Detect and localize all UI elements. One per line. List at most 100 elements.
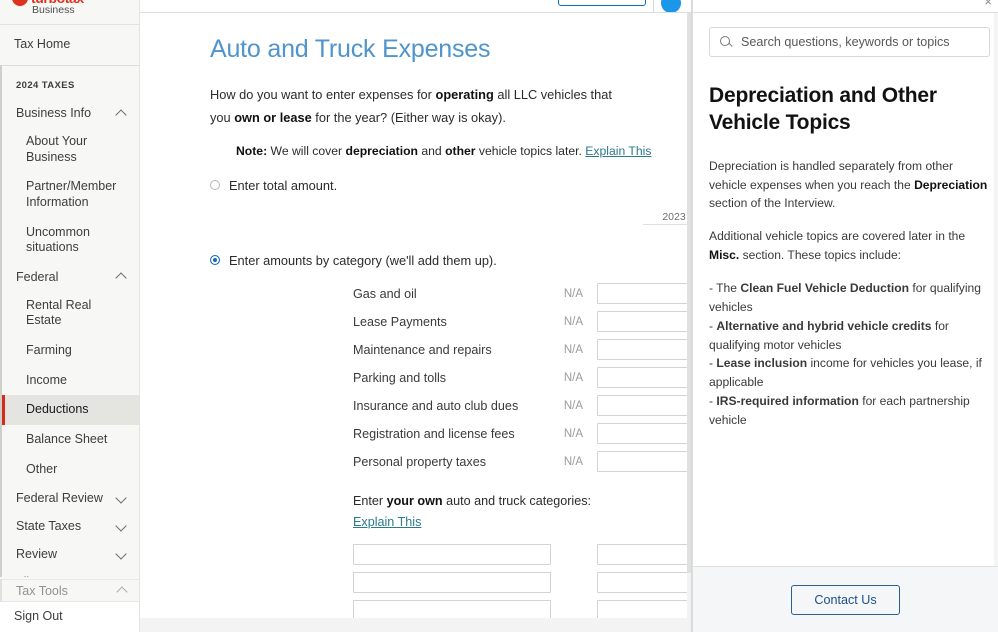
amount-input-gas-and-oil[interactable] [597, 283, 691, 304]
sidebar-group-federal[interactable]: Federal [2, 263, 139, 291]
bullet-bold: Clean Fuel Vehicle Deduction [740, 281, 909, 295]
sidebar-group-label: Business Info [16, 106, 91, 120]
sidebar-group-tax-tools[interactable]: Tax Tools [0, 579, 140, 601]
chevron-down-icon [116, 493, 127, 504]
note-bold-depreciation: depreciation [346, 144, 418, 158]
custom-category-amount-input-1[interactable] [597, 544, 691, 565]
sidebar-item-partner-member-information[interactable]: Partner/Member Information [2, 172, 139, 217]
sidebar-item-tax-home[interactable]: Tax Home [0, 25, 139, 65]
sidebar-item-uncommon-situations[interactable]: Uncommon situations [2, 218, 139, 263]
app-root: turbotax Business Tax Home 2024 TAXES Bu… [0, 0, 998, 632]
help-search-input[interactable]: Search questions, keywords or topics [709, 27, 990, 57]
close-icon[interactable]: × [984, 0, 992, 8]
sidebar-group-label: Federal [16, 270, 58, 284]
custom-category-amount-input-2[interactable] [597, 572, 691, 593]
sidebar-group-label: Federal Review [16, 491, 103, 505]
chevron-up-icon [117, 585, 128, 596]
help-footer: Contact Us [693, 566, 998, 632]
sidebar-item-rental-real-estate[interactable]: Rental Real Estate [2, 291, 139, 336]
help-topic-list: - The Clean Fuel Vehicle Deduction for q… [709, 279, 988, 430]
help-title: Depreciation and Other Vehicle Topics [709, 83, 988, 137]
sidebar-item-balance-sheet[interactable]: Balance Sheet [2, 425, 139, 455]
help-search-placeholder: Search questions, keywords or topics [741, 35, 950, 49]
help-scrollbar[interactable] [994, 13, 998, 566]
table-row: Registration and license fees N/A [140, 420, 691, 448]
chevron-up-icon [116, 108, 127, 119]
own-explain-wrap: Explain This [353, 515, 691, 529]
page-title: Auto and Truck Expenses [210, 35, 691, 64]
help-p1-c: section of the Interview. [709, 196, 835, 210]
toolbar-search-box[interactable] [558, 0, 646, 6]
prior-year-value: N/A [548, 456, 583, 468]
intro-text-prefix: How do you want to enter expenses for [210, 87, 436, 102]
list-item: - The Clean Fuel Vehicle Deduction for q… [709, 279, 988, 317]
bullet-bold: Lease inclusion [716, 356, 807, 370]
main-scrollbar-thumb[interactable] [687, 13, 691, 573]
radio-icon-checked[interactable] [210, 255, 220, 265]
table-row [353, 569, 691, 597]
intro-bold-operating: operating [436, 87, 494, 102]
sidebar-group-state-taxes[interactable]: State Taxes [2, 512, 139, 540]
help-topbar: × [693, 0, 998, 13]
sidebar-item-other[interactable]: Other [2, 455, 139, 485]
help-p2-a: Additional vehicle topics are covered la… [709, 229, 965, 243]
prior-year-value: N/A [548, 428, 583, 440]
amount-input-parking-and-tolls[interactable] [597, 367, 691, 388]
sidebar-group-review[interactable]: Review [2, 540, 139, 568]
amount-input-registration-and-license-fees[interactable] [597, 423, 691, 444]
help-panel: × Search questions, keywords or topics D… [692, 0, 998, 632]
sidebar-group-label: Tax Tools [16, 584, 68, 598]
main-scrollbar[interactable] [687, 13, 691, 632]
category-label: Maintenance and repairs [353, 343, 548, 357]
radio-option-label: Enter total amount. [229, 178, 337, 193]
sidebar-group-label: State Taxes [16, 519, 81, 533]
sidebar-item-farming[interactable]: Farming [2, 336, 139, 366]
help-p1-bold: Depreciation [914, 178, 987, 192]
sign-out-button[interactable]: Sign Out [0, 601, 140, 632]
radio-option-by-category[interactable]: Enter amounts by category (we'll add the… [210, 253, 691, 268]
custom-category-name-input-1[interactable] [353, 544, 551, 565]
chevron-up-icon [116, 271, 127, 282]
sidebar-item-file[interactable]: File [2, 568, 139, 577]
help-body: Depreciation and Other Vehicle Topics De… [693, 57, 998, 566]
own-heading-bold: your own [387, 494, 443, 508]
custom-category-rows [140, 541, 691, 625]
note-text-2: and [418, 144, 445, 158]
content-bottom-edge [140, 618, 691, 632]
help-paragraph-2: Additional vehicle topics are covered la… [709, 227, 988, 265]
sidebar-item-income[interactable]: Income [2, 366, 139, 396]
contact-us-button[interactable]: Contact Us [791, 585, 899, 615]
intro-paragraph: How do you want to enter expenses for op… [210, 84, 621, 130]
brand-subtitle: Business [32, 4, 75, 16]
radio-option-label: Enter amounts by category (we'll add the… [229, 253, 497, 268]
toolbar-avatar-icon[interactable] [661, 0, 681, 13]
explain-this-link-note[interactable]: Explain This [585, 144, 651, 158]
prior-year-value: N/A [548, 400, 583, 412]
brand-header: turbotax Business [0, 0, 139, 24]
amount-input-insurance-and-auto-club-dues[interactable] [597, 395, 691, 416]
help-p2-bold: Misc. [709, 248, 739, 262]
radio-icon-unchecked[interactable] [210, 180, 220, 190]
explain-this-link-own[interactable]: Explain This [353, 515, 421, 529]
sidebar-item-deductions[interactable]: Deductions [2, 395, 139, 425]
amount-input-lease-payments[interactable] [597, 311, 691, 332]
search-icon [720, 36, 732, 48]
custom-category-name-input-2[interactable] [353, 572, 551, 593]
bullet-bold: IRS-required information [716, 394, 858, 408]
category-label: Insurance and auto club dues [353, 399, 548, 413]
prior-year-value: N/A [548, 372, 583, 384]
toolbar-divider [653, 0, 654, 12]
amount-input-personal-property-taxes[interactable] [597, 451, 691, 472]
amount-input-maintenance-and-repairs[interactable] [597, 339, 691, 360]
note-text-1: We will cover [267, 144, 345, 158]
help-paragraph-1: Depreciation is handled separately from … [709, 157, 988, 214]
sidebar-group-federal-review[interactable]: Federal Review [2, 484, 139, 512]
prior-year-value: N/A [548, 344, 583, 356]
note-bold-other: other [445, 144, 475, 158]
intro-text-suffix: for the year? (Either way is okay). [312, 110, 506, 125]
sidebar-item-about-your-business[interactable]: About Your Business [2, 127, 139, 172]
sidebar-group-business-info[interactable]: Business Info [2, 99, 139, 127]
sidebar-footer: Tax Tools Sign Out [0, 579, 140, 632]
app-toolbar [140, 0, 691, 13]
radio-option-total-amount[interactable]: Enter total amount. [210, 178, 691, 193]
